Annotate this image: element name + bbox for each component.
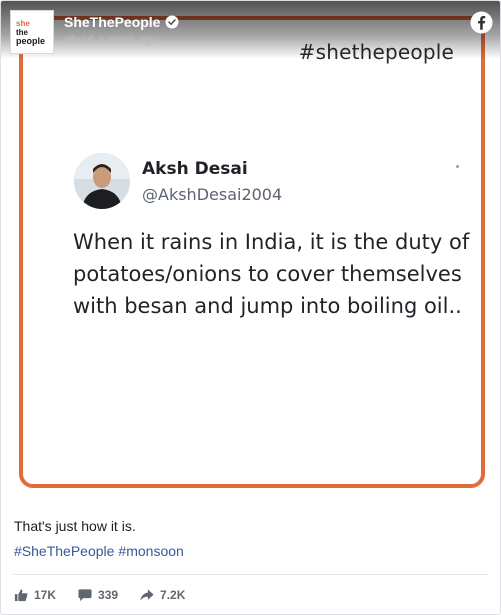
- verified-icon: [165, 15, 179, 29]
- post-header: she the people SheThePeople about a week…: [1, 1, 500, 59]
- like-icon: [14, 589, 28, 602]
- likes-count: 17K: [34, 588, 57, 602]
- divider: [13, 574, 488, 575]
- share-icon: [140, 589, 154, 601]
- post-hashtags: #SheThePeople #monsoon: [14, 543, 184, 559]
- post-stats-bar: 17K 339 7.2K: [14, 586, 207, 604]
- post-caption: That's just how it is.: [14, 518, 136, 534]
- shares-stat[interactable]: 7.2K: [140, 588, 185, 602]
- tweet-text: When it rains in India, it is the duty o…: [73, 230, 470, 318]
- post-image[interactable]: #shethepeople Aksh Desai @AkshDesai2004 …: [1, 1, 500, 511]
- facebook-post-embed: #shethepeople Aksh Desai @AkshDesai2004 …: [0, 0, 501, 615]
- tweet-author-handle: @AkshDesai2004: [142, 185, 283, 204]
- logo-people-text: people: [16, 35, 46, 46]
- hashtag-monsoon-link[interactable]: #monsoon: [118, 543, 183, 559]
- comments-stat[interactable]: 339: [78, 588, 118, 602]
- facebook-icon[interactable]: [470, 11, 493, 34]
- logo-she-text: she: [16, 18, 30, 28]
- page-logo[interactable]: she the people: [10, 10, 54, 54]
- hashtag-shethepeople-link[interactable]: #SheThePeople: [14, 543, 114, 559]
- page-name: SheThePeople: [64, 14, 161, 30]
- comments-count: 339: [98, 588, 119, 602]
- post-timestamp[interactable]: about a week ago: [64, 32, 159, 46]
- likes-stat[interactable]: 17K: [14, 588, 56, 602]
- tweet-author-name: Aksh Desai: [142, 159, 248, 179]
- tweet-menu-dot: [456, 165, 459, 168]
- tweet-screenshot-card: #shethepeople Aksh Desai @AkshDesai2004 …: [19, 16, 485, 488]
- comment-icon: [78, 589, 92, 602]
- tweet-author-avatar: [74, 153, 130, 209]
- page-name-link[interactable]: SheThePeople: [64, 14, 179, 30]
- shares-count: 7.2K: [160, 588, 186, 602]
